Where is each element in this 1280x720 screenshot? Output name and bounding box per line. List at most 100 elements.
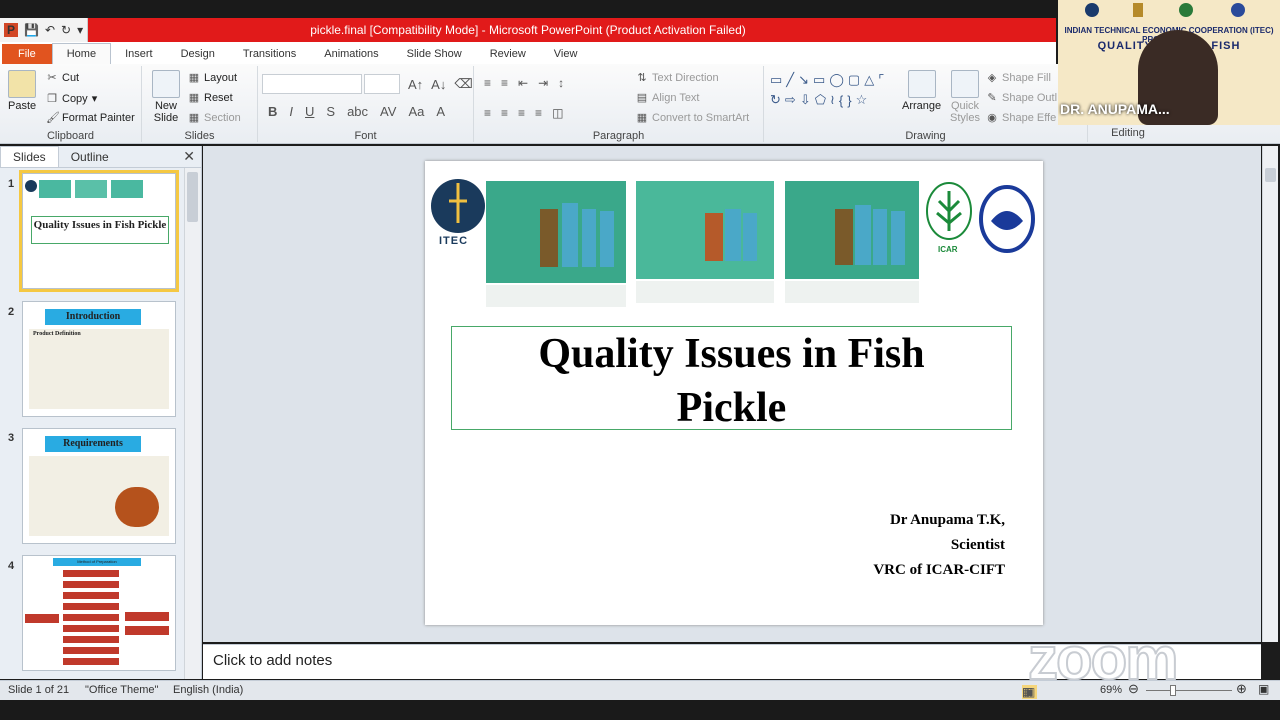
slide-thumbnail-1[interactable]: Quality Issues in Fish Pickle: [19, 170, 179, 292]
triangle-shape-icon[interactable]: △: [864, 72, 874, 88]
slide-thumbnail-2[interactable]: Introduction Product Definition: [22, 301, 176, 417]
tab-slide-show[interactable]: Slide Show: [393, 44, 476, 64]
bracket-shape-icon[interactable]: {: [839, 93, 843, 108]
bullets-icon[interactable]: ≡: [484, 76, 491, 90]
pentagon-shape-icon[interactable]: ⬠: [815, 92, 826, 108]
curve-shape-icon[interactable]: ≀: [830, 92, 835, 108]
pickle-photo-icon: [111, 180, 143, 198]
grow-font-button[interactable]: A↑: [408, 77, 423, 92]
slide-thumbnail-4[interactable]: Method of Preparation: [22, 555, 176, 671]
canvas-scrollbar[interactable]: [1262, 146, 1278, 642]
close-icon[interactable]: ✕: [183, 148, 195, 165]
tab-view[interactable]: View: [540, 44, 592, 64]
shape-fill-button[interactable]: ◈ Shape Fill: [986, 72, 1051, 84]
zoom-slider-track[interactable]: [1146, 690, 1232, 691]
slide-thumbnail-3[interactable]: Requirements: [22, 428, 176, 544]
powerpoint-icon[interactable]: P: [4, 23, 18, 37]
columns-icon[interactable]: ◫: [552, 106, 563, 120]
tab-home[interactable]: Home: [51, 43, 112, 64]
tab-slides-panel[interactable]: Slides: [0, 146, 59, 167]
panel-scroll-thumb[interactable]: [187, 172, 198, 222]
line-spacing-icon[interactable]: ↕: [558, 76, 564, 90]
text-direction-button[interactable]: ⇅ Text Direction: [636, 72, 718, 84]
slide-title-box[interactable]: Quality Issues in Fish Pickle: [451, 326, 1012, 431]
smartart-button[interactable]: ▦ Convert to SmartArt: [636, 112, 749, 124]
scissors-icon: ✂: [47, 72, 57, 84]
right-arrow-shape-icon[interactable]: ⇨: [785, 92, 796, 108]
align-right-icon[interactable]: ≡: [518, 106, 525, 120]
char-spacing-button[interactable]: AV: [380, 104, 396, 119]
zoom-video-tile[interactable]: INDIAN TECHNICAL ECONOMIC COOPERATION (I…: [1058, 0, 1280, 125]
change-case-button[interactable]: Aa: [408, 104, 424, 119]
align-center-icon[interactable]: ≡: [501, 106, 508, 120]
new-slide-button[interactable]: New Slide: [148, 70, 184, 124]
zoom-level[interactable]: 69%: [1100, 684, 1122, 696]
tab-design[interactable]: Design: [167, 44, 229, 64]
quick-styles-button[interactable]: Quick Styles: [948, 70, 982, 124]
font-size-box[interactable]: [364, 74, 400, 94]
underline-button[interactable]: U: [305, 104, 314, 119]
shadow-button[interactable]: S: [326, 104, 335, 119]
layout-label: Layout: [204, 72, 238, 84]
canvas-scroll-thumb[interactable]: [1265, 168, 1276, 182]
align-left-icon[interactable]: ≡: [484, 106, 491, 120]
shape-outline-button[interactable]: ✎ Shape Outl: [986, 92, 1057, 104]
font-color-button[interactable]: A: [436, 104, 445, 119]
tab-file[interactable]: File: [2, 44, 52, 64]
panel-scrollbar[interactable]: [184, 168, 200, 679]
numbering-icon[interactable]: ≡: [501, 76, 508, 90]
brace-shape-icon[interactable]: }: [847, 93, 851, 108]
align-text-button[interactable]: ▤ Align Text: [636, 92, 700, 104]
paste-button[interactable]: Paste: [8, 70, 36, 112]
bold-button[interactable]: B: [268, 104, 277, 119]
undo-icon[interactable]: ↶: [45, 23, 55, 37]
tab-transitions[interactable]: Transitions: [229, 44, 310, 64]
connector-shape-icon[interactable]: ↻: [770, 92, 781, 108]
zoom-slider-handle[interactable]: [1170, 685, 1176, 696]
zoom-out-icon[interactable]: ⊖: [1128, 681, 1139, 697]
font-name-box[interactable]: [262, 74, 362, 94]
justify-icon[interactable]: ≡: [535, 106, 542, 120]
tab-review[interactable]: Review: [476, 44, 540, 64]
clear-format-icon[interactable]: ⌫: [454, 76, 472, 92]
layout-icon: ▦: [188, 72, 200, 84]
pickle-photo-icon: [75, 180, 107, 198]
tab-animations[interactable]: Animations: [310, 44, 392, 64]
reset-button[interactable]: ▦ Reset: [188, 92, 233, 104]
increase-indent-icon[interactable]: ⇥: [538, 76, 548, 90]
oval-shape-icon[interactable]: ◯: [829, 72, 844, 88]
decrease-indent-icon[interactable]: ⇤: [518, 76, 528, 90]
tab-insert[interactable]: Insert: [111, 44, 167, 64]
customize-qat-icon[interactable]: ▾: [77, 23, 83, 37]
rect2-shape-icon[interactable]: ▭: [813, 72, 825, 88]
strikethrough-button[interactable]: abc: [347, 104, 368, 119]
elbow-shape-icon[interactable]: ⌜: [878, 72, 884, 88]
star-shape-icon[interactable]: ☆: [856, 92, 868, 108]
redo-icon[interactable]: ↻: [61, 23, 71, 37]
shape-effects-button[interactable]: ◉ Shape Effe: [986, 112, 1056, 124]
language-indicator[interactable]: English (India): [173, 684, 243, 696]
arrow-shape-icon[interactable]: ↘: [798, 72, 809, 88]
slideshow-view-icon[interactable]: ◫: [1022, 685, 1033, 699]
fit-to-window-icon[interactable]: ▣: [1258, 682, 1269, 696]
italic-button[interactable]: I: [289, 104, 293, 119]
copy-button[interactable]: ❐ Copy ▾: [46, 92, 97, 106]
format-painter-button[interactable]: 🖌 Format Painter: [46, 112, 135, 124]
layout-button[interactable]: ▦ Layout: [188, 72, 237, 84]
theme-name[interactable]: "Office Theme": [85, 684, 158, 696]
rectangle-shape-icon[interactable]: ▭: [770, 72, 782, 88]
tab-outline-panel[interactable]: Outline: [59, 147, 121, 167]
section-button[interactable]: ▦ Section: [188, 112, 241, 124]
align-text-label: Align Text: [652, 92, 700, 104]
down-arrow-shape-icon[interactable]: ⇩: [800, 92, 811, 108]
editing-group-label: Editing: [1111, 127, 1145, 139]
cut-button[interactable]: ✂ Cut: [46, 72, 79, 84]
shrink-font-button[interactable]: A↓: [431, 77, 446, 92]
slide-number-3: 3: [8, 432, 15, 444]
save-icon[interactable]: 💾: [24, 23, 39, 37]
line-shape-icon[interactable]: ╱: [786, 72, 794, 88]
zoom-in-icon[interactable]: ⊕: [1236, 681, 1247, 697]
shapes-gallery[interactable]: ▭ ╱ ↘ ▭ ◯ ▢ △ ⌜ ↻ ⇨ ⇩ ⬠ ≀{} ☆: [770, 72, 886, 108]
rounded-rect-shape-icon[interactable]: ▢: [848, 72, 860, 88]
arrange-button[interactable]: Arrange: [902, 70, 941, 112]
